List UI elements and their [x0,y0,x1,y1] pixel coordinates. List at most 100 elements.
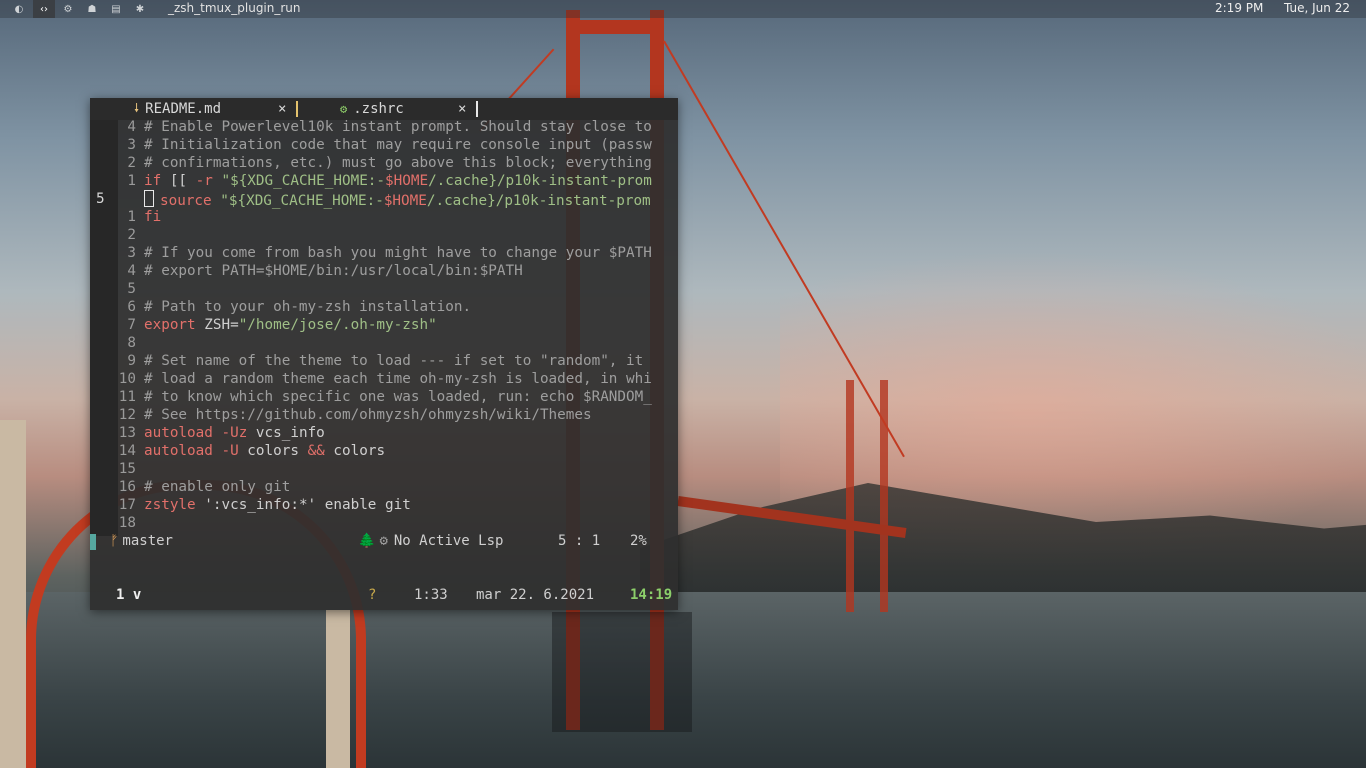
tmux-time: 14:19 [630,587,673,603]
workspace-3-icon[interactable]: ⚙ [57,0,79,18]
line-number: 2 [127,155,136,171]
line-number: 3 [127,245,136,261]
workspace-2-icon[interactable]: ‹› [33,0,55,18]
tab-readme-label: README.md [145,101,222,117]
editor-line[interactable]: 18 [90,514,678,532]
line-code: # load a random theme each time oh-my-zs… [144,371,652,387]
editor-line[interactable]: 2 [90,226,678,244]
editor-line[interactable]: 9 # Set name of the theme to load --- if … [90,352,678,370]
editor-line[interactable]: 10 # load a random theme each time oh-my-… [90,370,678,388]
bridge-far-tower-left [846,380,854,612]
tmux-window[interactable]: 1 v [116,586,141,604]
editor-line[interactable]: 17 zstyle ':vcs_info:*' enable git [90,496,678,514]
editor-line[interactable]: 4 # export PATH=$HOME/bin:/usr/local/bin:… [90,262,678,280]
tmux-load: 1:33 [414,587,448,603]
line-code: # Enable Powerlevel10k instant prompt. S… [144,119,652,135]
lsp-status-text: No Active Lsp [393,533,504,549]
editor-line[interactable]: 5 [90,280,678,298]
line-number: 5 [96,191,105,207]
tmux-date: mar 22. 6.2021 [476,587,595,603]
gears-icon: ⚙ [379,533,388,549]
line-code: fi [144,209,162,225]
line-number: 13 [118,425,136,441]
line-number: 16 [118,479,136,495]
line-code: # Initialization code that may require c… [144,137,652,153]
editor-statusline: ᚠ master 🌲 ⚙ No Active Lsp 5 : 1 2% [90,532,678,550]
workspace-1-icon[interactable]: ◐ [8,0,30,18]
editor-line[interactable]: 14 autoload -U colors && colors [90,442,678,460]
workspace-6-icon[interactable]: ✱ [129,0,151,18]
tmux-indicator: ? [368,587,377,603]
line-code: # See https://github.com/ohmyzsh/ohmyzsh… [144,407,592,423]
tab-separator [296,101,298,117]
line-code: autoload -Uz vcs_info [144,425,325,441]
panel-date[interactable]: Tue, Jun 22 [1284,1,1350,15]
line-code: zstyle ':vcs_info:*' enable git [144,497,411,513]
line-number: 12 [118,407,136,423]
tmux-statusbar: 1 v ? 1:33 mar 22. 6.2021 14:19 [90,586,678,604]
workspace-5-icon[interactable]: ▤ [105,0,127,18]
tab-separator-active [476,101,478,117]
editor-line[interactable]: 8 [90,334,678,352]
tower-shadow [552,612,692,732]
line-code: # enable only git [144,479,291,495]
editor-line[interactable]: 7 export ZSH="/home/jose/.oh-my-zsh" [90,316,678,334]
line-number: 6 [127,299,136,315]
tab-readme-close-icon[interactable]: × [278,100,286,118]
panel-clock[interactable]: 2:19 PM [1215,1,1263,15]
git-branch-icon: ᚠ [110,533,119,549]
line-number: 15 [118,461,136,477]
editor-line[interactable]: 4 # Enable Powerlevel10k instant prompt. … [90,118,678,136]
active-window-title: _zsh_tmux_plugin_run [168,1,301,15]
line-number: 4 [127,263,136,279]
buffer-tabline: 🠗 README.md × ⚙ .zshrc × [90,98,678,120]
git-branch: ᚠ master [110,532,173,550]
editor-line[interactable]: 11 # to know which specific one was loade… [90,388,678,406]
tab-zshrc[interactable]: ⚙ .zshrc [340,100,404,118]
editor-line[interactable]: 16 # enable only git [90,478,678,496]
line-number: 3 [127,137,136,153]
editor-line[interactable]: 3 # Initialization code that may require … [90,136,678,154]
download-arrow-icon: 🠗 [134,100,140,115]
line-number: 8 [127,335,136,351]
editor-line[interactable]: 15 [90,460,678,478]
editor-line[interactable]: 1 if [[ -r "${XDG_CACHE_HOME:-$HOME/.cach… [90,172,678,190]
line-number: 18 [118,515,136,531]
tree-icon: 🌲 [358,533,376,549]
gear-icon: ⚙ [340,102,348,116]
line-code: # export PATH=$HOME/bin:/usr/local/bin:$… [144,263,523,279]
cursor-position: 5 : 1 [558,533,601,549]
line-code: if [[ -r "${XDG_CACHE_HOME:-$HOME/.cache… [144,173,652,189]
editor-line[interactable]: 5 source "${XDG_CACHE_HOME:-$HOME/.cache}… [90,190,678,209]
file-percent: 2% [630,533,647,549]
line-number: 14 [118,443,136,459]
workspace-4-icon[interactable]: ☗ [81,0,103,18]
foreground-pillar [0,420,26,768]
tab-zshrc-close-icon[interactable]: × [458,100,466,118]
editor-line[interactable]: 13 autoload -Uz vcs_info [90,424,678,442]
line-code: # confirmations, etc.) must go above thi… [144,155,652,171]
line-number: 10 [118,371,136,387]
editor-line[interactable]: 3 # If you come from bash you might have … [90,244,678,262]
line-number: 7 [127,317,136,333]
line-number: 1 [127,209,136,225]
top-panel: ◐ ‹› ⚙ ☗ ▤ ✱ _zsh_tmux_plugin_run 2:19 P… [0,0,1366,18]
editor-line[interactable]: 1 fi [90,208,678,226]
editor-line[interactable]: 12 # See https://github.com/ohmyzsh/ohmyz… [90,406,678,424]
line-code: # If you come from bash you might have t… [144,245,652,261]
editor-line[interactable]: 2 # confirmations, etc.) must go above th… [90,154,678,172]
lsp-status: 🌲 ⚙ No Active Lsp [358,532,503,550]
foreground-pillar-right [326,610,350,768]
git-branch-name: master [122,533,173,549]
line-code: autoload -U colors && colors [144,443,386,459]
terminal-window[interactable]: 🠗 README.md × ⚙ .zshrc × 4 # Enable Power… [90,98,678,610]
tab-readme[interactable]: 🠗 README.md [134,100,221,118]
line-number: 9 [127,353,136,369]
line-number: 4 [127,119,136,135]
line-code: # to know which specific one was loaded,… [144,389,652,405]
line-number: 5 [127,281,136,297]
line-code: # Set name of the theme to load --- if s… [144,353,644,369]
tab-zshrc-label: .zshrc [353,101,404,117]
editor-line[interactable]: 6 # Path to your oh-my-zsh installation. [90,298,678,316]
line-number: 11 [118,389,136,405]
